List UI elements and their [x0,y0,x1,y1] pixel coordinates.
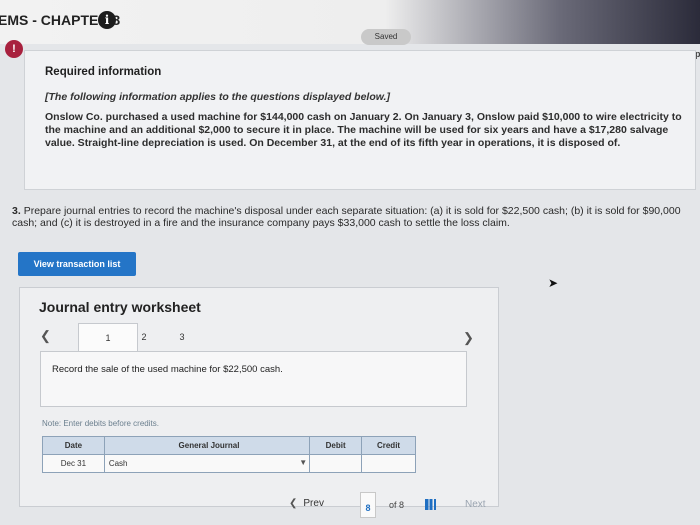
chevron-right-icon[interactable]: ❯ [463,330,474,346]
header-general-journal: General Journal [103,436,311,455]
chevron-left-icon[interactable]: ❮ [40,328,51,344]
required-info-title: Required information [45,66,162,78]
chevron-down-icon[interactable]: ▼ [299,458,307,467]
journal-entry-worksheet: Journal entry worksheet ❮ 1 2 3 ❯ Record… [19,287,499,507]
header-date: Date [42,436,105,455]
prev-button[interactable]: ❮ Prev [289,498,324,509]
required-info-subtitle: [The following information applies to th… [45,91,390,103]
debit-input[interactable] [309,454,363,473]
prev-label: Prev [303,498,324,509]
header-debit: Debit [309,436,363,455]
required-information-panel: Required information [The following info… [24,50,696,190]
date-cell: Dec 31 [42,454,105,473]
saved-badge: Saved [361,29,411,45]
worksheet-title: Journal entry worksheet [39,299,201,315]
question-text: 3. Prepare journal entries to record the… [12,205,700,229]
table-row: Dec 31 Cash ▼ [42,454,416,473]
next-button[interactable]: Next [465,499,486,510]
question-number: 3. [12,205,21,217]
info-icon[interactable]: i [98,11,116,29]
tab-2[interactable]: 2 [132,323,156,351]
view-transaction-list-button[interactable]: View transaction list [18,252,136,276]
page-total: of 8 [389,500,405,510]
tab-1[interactable]: 1 [78,323,138,351]
alert-icon: ! [5,40,23,58]
credit-input[interactable] [361,454,416,473]
required-info-body: Onslow Co. purchased a used machine for … [45,111,682,149]
account-value: Cash [108,459,128,468]
account-select[interactable]: Cash ▼ [103,454,311,473]
record-instruction: Record the sale of the used machine for … [52,364,283,375]
question-body: Prepare journal entries to record the ma… [12,205,681,229]
chevron-left-icon: ❮ [289,498,298,509]
note-text: Note: Enter debits before credits. [42,419,159,428]
grid-icon[interactable] [425,499,436,510]
header-credit: Credit [361,436,416,455]
journal-table: Date General Journal Debit Credit Dec 31… [42,436,416,473]
record-instruction-box: Record the sale of the used machine for … [40,351,467,407]
top-bar: EMS - CHAPTER 8 i Saved [0,0,700,45]
mouse-cursor-icon: ➤ [548,276,559,290]
tab-3[interactable]: 3 [170,323,194,351]
page-number-selector[interactable]: 8 [360,492,376,518]
